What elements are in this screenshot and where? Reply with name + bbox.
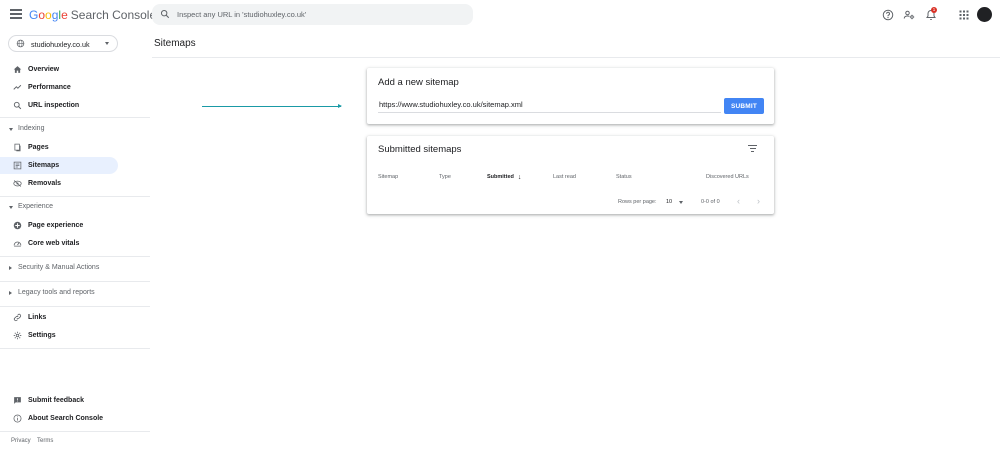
column-header-sitemap[interactable]: Sitemap — [378, 174, 398, 180]
page-title: Sitemaps — [154, 38, 196, 49]
search-icon — [160, 9, 170, 19]
sitemaps-icon — [13, 161, 22, 170]
chevron-down-icon[interactable] — [679, 201, 683, 204]
top-app-bar: GoogleSearch Console 1 — [0, 0, 1000, 30]
help-icon[interactable] — [882, 9, 894, 21]
sidebar-divider — [0, 196, 150, 197]
sidebar-item-submit-feedback[interactable]: Submit feedback — [0, 392, 118, 409]
gauge-icon — [13, 241, 22, 247]
search-console-logo[interactable]: Google Search Console — [29, 8, 156, 22]
rows-per-page-label: Rows per page: — [618, 199, 657, 205]
sidebar-item-overview[interactable]: Overview — [0, 61, 118, 78]
column-header-type[interactable]: Type — [439, 174, 451, 180]
trending-icon — [13, 84, 22, 90]
arrow-down-icon: ↓ — [517, 174, 522, 181]
add-sitemap-card: Add a new sitemap SUBMIT — [367, 68, 774, 124]
collapse-arrow-icon — [9, 206, 13, 209]
submit-button[interactable]: SUBMIT — [724, 98, 764, 114]
avatar[interactable] — [977, 7, 992, 22]
chevron-right-icon[interactable]: › — [757, 196, 760, 206]
expand-arrow-icon — [9, 266, 12, 270]
privacy-link[interactable]: Privacy — [11, 438, 31, 444]
sidebar-divider — [0, 117, 150, 118]
url-inspection-search[interactable] — [152, 4, 473, 25]
page-experience-icon — [13, 221, 22, 230]
pages-icon — [14, 143, 21, 152]
sidebar-section-experience[interactable]: Experience — [0, 201, 150, 215]
column-header-status[interactable]: Status — [616, 174, 632, 180]
annotation-arrow — [202, 104, 342, 108]
sidebar-item-core-web-vitals[interactable]: Core web vitals — [0, 235, 118, 252]
sidebar-item-performance[interactable]: Performance — [0, 79, 118, 96]
terms-link[interactable]: Terms — [37, 438, 53, 444]
pagination-range: 0-0 of 0 — [701, 199, 720, 205]
apps-grid-icon[interactable] — [958, 9, 970, 21]
filter-icon[interactable] — [748, 145, 757, 153]
search-icon — [13, 101, 22, 110]
link-icon — [13, 313, 22, 322]
sidebar-item-about[interactable]: About Search Console — [0, 410, 118, 427]
chevron-left-icon[interactable]: ‹ — [737, 196, 740, 206]
sidebar-divider — [0, 431, 150, 432]
globe-icon — [16, 39, 25, 48]
sidebar-item-removals[interactable]: Removals — [0, 175, 118, 192]
title-divider — [152, 57, 1000, 58]
collapse-arrow-icon — [9, 128, 13, 131]
sidebar-item-settings[interactable]: Settings — [0, 327, 118, 344]
notification-badge: 1 — [931, 7, 937, 13]
add-sitemap-title: Add a new sitemap — [378, 77, 459, 88]
sidebar-section-legacy[interactable]: Legacy tools and reports — [0, 287, 150, 301]
sidebar-item-sitemaps[interactable]: Sitemaps — [0, 157, 118, 174]
feedback-icon — [14, 397, 21, 404]
sidebar-divider — [0, 281, 150, 282]
manage-users-icon[interactable] — [903, 9, 915, 21]
sidebar-item-page-experience[interactable]: Page experience — [0, 217, 118, 234]
rows-per-page-select[interactable]: 10 — [666, 199, 672, 205]
property-selector[interactable]: studiohuxley.co.uk — [8, 35, 118, 52]
submitted-sitemaps-title: Submitted sitemaps — [378, 144, 462, 155]
expand-arrow-icon — [9, 291, 12, 295]
info-icon — [13, 414, 22, 423]
home-icon — [13, 66, 22, 73]
column-header-discovered-urls[interactable]: Discovered URLs — [706, 174, 749, 180]
sidebar-item-links[interactable]: Links — [0, 309, 118, 326]
sidebar-item-pages[interactable]: Pages — [0, 139, 118, 156]
sitemap-url-input[interactable] — [378, 97, 721, 113]
sidebar-section-indexing[interactable]: Indexing — [0, 123, 150, 137]
column-header-last-read[interactable]: Last read — [553, 174, 576, 180]
column-header-submitted[interactable]: Submitted ↓ — [487, 174, 521, 181]
sidebar-item-url-inspection[interactable]: URL inspection — [0, 97, 118, 114]
sidebar-divider — [0, 306, 150, 307]
chevron-down-icon — [105, 42, 109, 45]
submitted-sitemaps-card: Submitted sitemaps Sitemap Type Submitte… — [367, 136, 774, 214]
property-name: studiohuxley.co.uk — [31, 40, 90, 49]
gear-icon — [13, 331, 22, 340]
search-input[interactable] — [177, 4, 467, 25]
menu-icon[interactable] — [10, 9, 22, 19]
sidebar-divider — [0, 256, 150, 257]
sidebar-section-security[interactable]: Security & Manual Actions — [0, 262, 150, 276]
sidebar-divider — [0, 348, 150, 349]
removals-icon — [13, 180, 22, 187]
